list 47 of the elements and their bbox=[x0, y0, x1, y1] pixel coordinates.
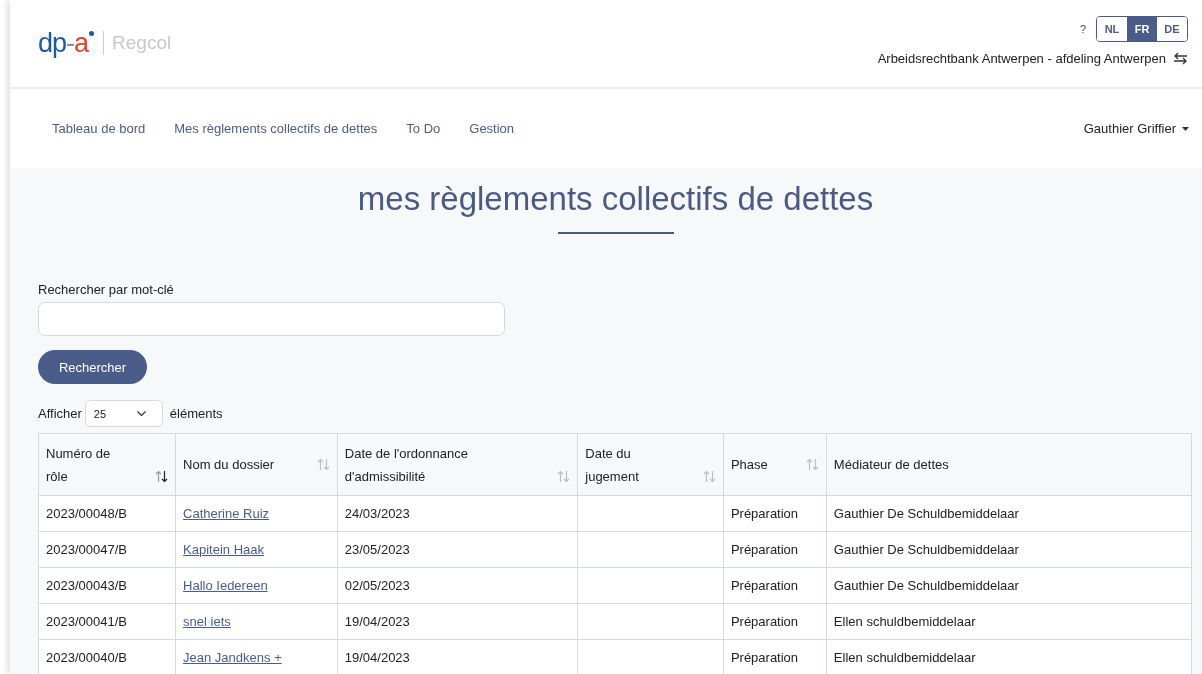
nav-link[interactable]: To Do bbox=[406, 121, 455, 136]
dot-icon bbox=[89, 31, 95, 36]
column-header[interactable]: Date du jugement bbox=[577, 433, 724, 496]
table-cell: Ellen schuldbemiddelaar bbox=[833, 650, 976, 665]
search-button[interactable]: Rechercher bbox=[38, 350, 147, 384]
column-header[interactable]: Numéro de rôle bbox=[38, 433, 176, 496]
table-cell: 2023/00048/B bbox=[46, 506, 127, 521]
items-label: éléments bbox=[169, 406, 223, 421]
show-label: Afficher bbox=[38, 406, 82, 421]
language-button[interactable]: FR bbox=[1127, 17, 1157, 41]
search-field[interactable] bbox=[38, 302, 505, 336]
table-cell: 23/05/2023 bbox=[344, 542, 410, 557]
column-header[interactable]: Nom du dossier bbox=[175, 433, 338, 496]
swap-icon[interactable] bbox=[1173, 52, 1188, 65]
column-header[interactable]: Date de l'ordonnance d'admissibilité bbox=[337, 433, 578, 496]
column-header[interactable]: Médiateur de dettes bbox=[826, 433, 1192, 496]
table-cell: Préparation bbox=[730, 578, 799, 593]
user-menu[interactable]: Gauthier Griffier bbox=[1083, 121, 1189, 136]
table-cell: Gauthier De Schuldbemiddelaar bbox=[833, 506, 1019, 521]
nav-link[interactable]: Tableau de bord bbox=[52, 121, 160, 136]
nav-link[interactable]: Gestion bbox=[469, 121, 529, 136]
nav-link[interactable]: Mes règlements collectifs de dettes bbox=[174, 121, 392, 136]
case-link[interactable]: snel iets bbox=[183, 614, 231, 629]
table-cell: Préparation bbox=[730, 614, 799, 629]
column-header[interactable]: Phase bbox=[723, 433, 827, 496]
table-cell: Ellen schuldbemiddelaar bbox=[833, 614, 976, 629]
table-cell: 02/05/2023 bbox=[344, 578, 410, 593]
help-link[interactable]: ? bbox=[1079, 23, 1086, 35]
page-size-select[interactable]: 25 bbox=[84, 400, 163, 427]
table-cell: Gauthier De Schuldbemiddelaar bbox=[833, 578, 1019, 593]
logo-mark: dp-a bbox=[38, 27, 89, 59]
table-cell: 2023/00047/B bbox=[46, 542, 127, 557]
chevron-icon bbox=[136, 411, 146, 416]
table-cell: Préparation bbox=[730, 650, 799, 665]
table-cell: 2023/00041/B bbox=[46, 614, 127, 629]
table-cell: 24/03/2023 bbox=[344, 506, 410, 521]
caret-icon bbox=[1182, 126, 1189, 131]
table-cell: 2023/00043/B bbox=[46, 578, 127, 593]
court-name: Arbeidsrechtbank Antwerpen - afdeling Antwerpen bbox=[877, 51, 1166, 66]
search-label: Rechercher par mot-clé bbox=[38, 282, 174, 297]
table-cell: Préparation bbox=[730, 506, 799, 521]
table-cell: 2023/00040/B bbox=[46, 650, 127, 665]
page-title: mes règlements collectifs de dettes bbox=[357, 180, 874, 218]
table-cell: 19/04/2023 bbox=[344, 614, 410, 629]
table-cell: Préparation bbox=[730, 542, 799, 557]
table-cell: 19/04/2023 bbox=[344, 650, 410, 665]
table-cell: Gauthier De Schuldbemiddelaar bbox=[833, 542, 1019, 557]
